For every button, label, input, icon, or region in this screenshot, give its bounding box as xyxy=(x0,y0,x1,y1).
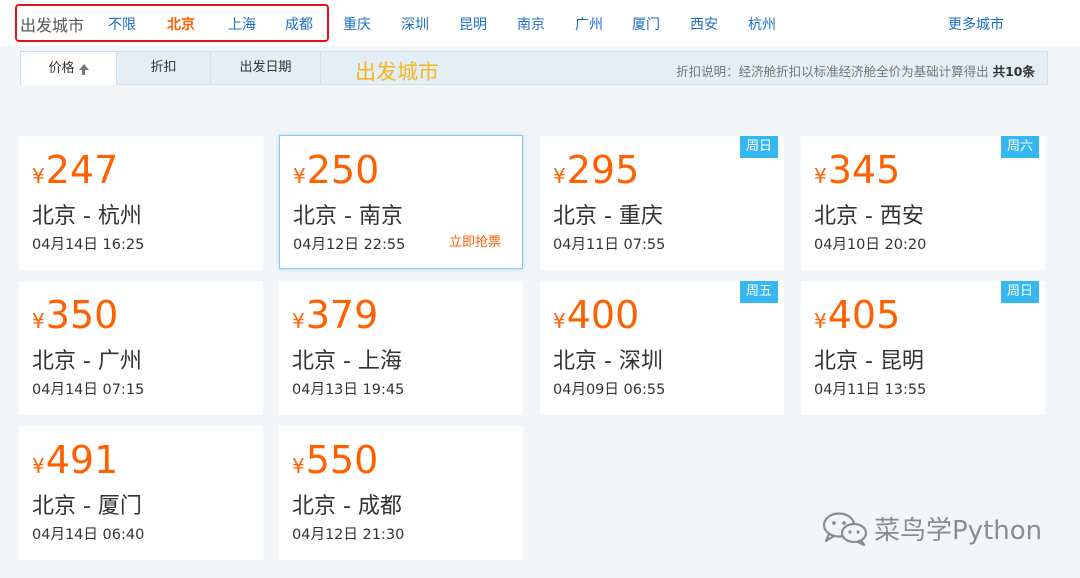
flight-datetime: 04月14日 07:15 xyxy=(32,382,145,398)
price-amount: 247 xyxy=(45,148,119,192)
flight-route: 北京 - 上海 xyxy=(292,349,402,374)
result-total: 共10条 xyxy=(992,64,1035,79)
flight-datetime: 04月11日 07:55 xyxy=(553,237,666,253)
flight-card[interactable]: ¥250 北京 - 南京 04月12日 22:55 立即抢票 xyxy=(279,135,523,269)
flight-card[interactable]: ¥247 北京 - 杭州 04月14日 16:25 xyxy=(19,136,263,270)
flight-card[interactable]: ¥550 北京 - 成都 04月12日 21:30 xyxy=(279,426,523,560)
flight-route: 北京 - 西安 xyxy=(814,204,924,229)
city-item-kunming[interactable]: 昆明 xyxy=(459,14,487,34)
flight-datetime: 04月13日 19:45 xyxy=(292,382,405,398)
flight-route: 北京 - 南京 xyxy=(293,204,403,229)
tab-price-label: 价格 xyxy=(48,61,75,76)
currency-symbol: ¥ xyxy=(553,309,566,333)
sort-tab-bar: 价格 折扣 出发日期 出发城市 折扣说明：经济舱折扣以标准经济舱全价为基础计算得… xyxy=(20,51,1048,85)
flight-route: 北京 - 成都 xyxy=(292,494,402,519)
watermark-text: 菜鸟学Python xyxy=(874,516,1043,546)
price-amount: 405 xyxy=(827,293,901,337)
currency-symbol: ¥ xyxy=(814,164,827,188)
price-amount: 250 xyxy=(306,148,380,192)
flight-route: 北京 - 杭州 xyxy=(32,204,142,229)
sort-ascending-icon xyxy=(78,63,89,75)
flight-datetime: 04月12日 22:55 xyxy=(293,237,406,253)
flight-card[interactable]: 周日 ¥295 北京 - 重庆 04月11日 07:55 xyxy=(540,136,784,270)
currency-symbol: ¥ xyxy=(32,164,45,188)
tab-departure-date[interactable]: 出发日期 xyxy=(211,51,321,85)
currency-symbol: ¥ xyxy=(814,309,827,333)
wechat-icon xyxy=(822,512,868,546)
flight-datetime: 04月12日 21:30 xyxy=(292,527,405,543)
flight-price: ¥550 xyxy=(292,438,378,482)
city-item-guangzhou[interactable]: 广州 xyxy=(575,14,603,34)
price-amount: 491 xyxy=(45,438,119,482)
city-item-shenzhen[interactable]: 深圳 xyxy=(401,14,429,34)
city-item-nanjing[interactable]: 南京 xyxy=(517,14,545,34)
flight-datetime: 04月09日 06:55 xyxy=(553,382,666,398)
flight-price: ¥345 xyxy=(814,148,900,192)
flight-price: ¥350 xyxy=(32,293,118,337)
city-item-beijing[interactable]: 北京 xyxy=(167,14,195,34)
flight-datetime: 04月14日 06:40 xyxy=(32,527,145,543)
city-item-chengdu[interactable]: 成都 xyxy=(285,14,313,34)
city-item-chongqing[interactable]: 重庆 xyxy=(343,14,371,34)
price-amount: 345 xyxy=(827,148,901,192)
more-cities-link[interactable]: 更多城市 xyxy=(948,14,1004,34)
weekday-badge: 周六 xyxy=(1001,136,1039,158)
city-item-hangzhou[interactable]: 杭州 xyxy=(748,14,776,34)
currency-symbol: ¥ xyxy=(32,309,45,333)
flight-route: 北京 - 厦门 xyxy=(32,494,142,519)
tab-date-label: 出发日期 xyxy=(239,60,292,75)
flight-price: ¥250 xyxy=(293,148,379,192)
departure-city-label: 出发城市 xyxy=(20,16,85,35)
flight-price: ¥295 xyxy=(553,148,639,192)
flight-price: ¥400 xyxy=(553,293,639,337)
flight-card[interactable]: 周六 ¥345 北京 - 西安 04月10日 20:20 xyxy=(801,136,1045,270)
price-amount: 400 xyxy=(566,293,640,337)
currency-symbol: ¥ xyxy=(293,164,306,188)
city-item-unlimited[interactable]: 不限 xyxy=(108,14,136,34)
buy-now-link[interactable]: 立即抢票 xyxy=(449,231,501,250)
discount-note: 折扣说明：经济舱折扣以标准经济舱全价为基础计算得出 共10条 xyxy=(676,61,1035,80)
weekday-badge: 周日 xyxy=(1001,281,1039,303)
flight-datetime: 04月11日 13:55 xyxy=(814,382,927,398)
flight-card[interactable]: 周日 ¥405 北京 - 昆明 04月11日 13:55 xyxy=(801,281,1045,415)
currency-symbol: ¥ xyxy=(292,454,305,478)
flight-route: 北京 - 深圳 xyxy=(553,349,663,374)
weekday-badge: 周五 xyxy=(740,281,778,303)
flight-card[interactable]: ¥350 北京 - 广州 04月14日 07:15 xyxy=(19,281,263,415)
flight-route: 北京 - 广州 xyxy=(32,349,142,374)
price-amount: 350 xyxy=(45,293,119,337)
price-amount: 550 xyxy=(305,438,379,482)
flight-card[interactable]: ¥491 北京 - 厦门 04月14日 06:40 xyxy=(19,426,263,560)
discount-note-text: 折扣说明：经济舱折扣以标准经济舱全价为基础计算得出 xyxy=(676,64,989,79)
weekday-badge: 周日 xyxy=(740,136,778,158)
city-item-xian[interactable]: 西安 xyxy=(690,14,718,34)
flight-datetime: 04月14日 16:25 xyxy=(32,237,145,253)
departure-city-bar: 出发城市 不限 北京 上海 成都 重庆 深圳 昆明 南京 广州 厦门 西安 杭州… xyxy=(0,0,1080,46)
flight-datetime: 04月10日 20:20 xyxy=(814,237,927,253)
flight-card[interactable]: 周五 ¥400 北京 - 深圳 04月09日 06:55 xyxy=(540,281,784,415)
flight-price: ¥247 xyxy=(32,148,118,192)
tab-price[interactable]: 价格 xyxy=(21,51,117,85)
tab-discount[interactable]: 折扣 xyxy=(117,51,211,85)
flight-route: 北京 - 重庆 xyxy=(553,204,663,229)
flight-price: ¥379 xyxy=(292,293,378,337)
currency-symbol: ¥ xyxy=(32,454,45,478)
flight-route: 北京 - 昆明 xyxy=(814,349,924,374)
currency-symbol: ¥ xyxy=(553,164,566,188)
flight-card[interactable]: ¥379 北京 - 上海 04月13日 19:45 xyxy=(279,281,523,415)
city-item-shanghai[interactable]: 上海 xyxy=(228,14,256,34)
price-amount: 379 xyxy=(305,293,379,337)
flight-price: ¥405 xyxy=(814,293,900,337)
tab-discount-label: 折扣 xyxy=(150,60,177,75)
annotation-departure-city: 出发城市 xyxy=(355,60,439,84)
currency-symbol: ¥ xyxy=(292,309,305,333)
price-amount: 295 xyxy=(566,148,640,192)
city-item-xiamen[interactable]: 厦门 xyxy=(632,14,660,34)
flight-price: ¥491 xyxy=(32,438,118,482)
